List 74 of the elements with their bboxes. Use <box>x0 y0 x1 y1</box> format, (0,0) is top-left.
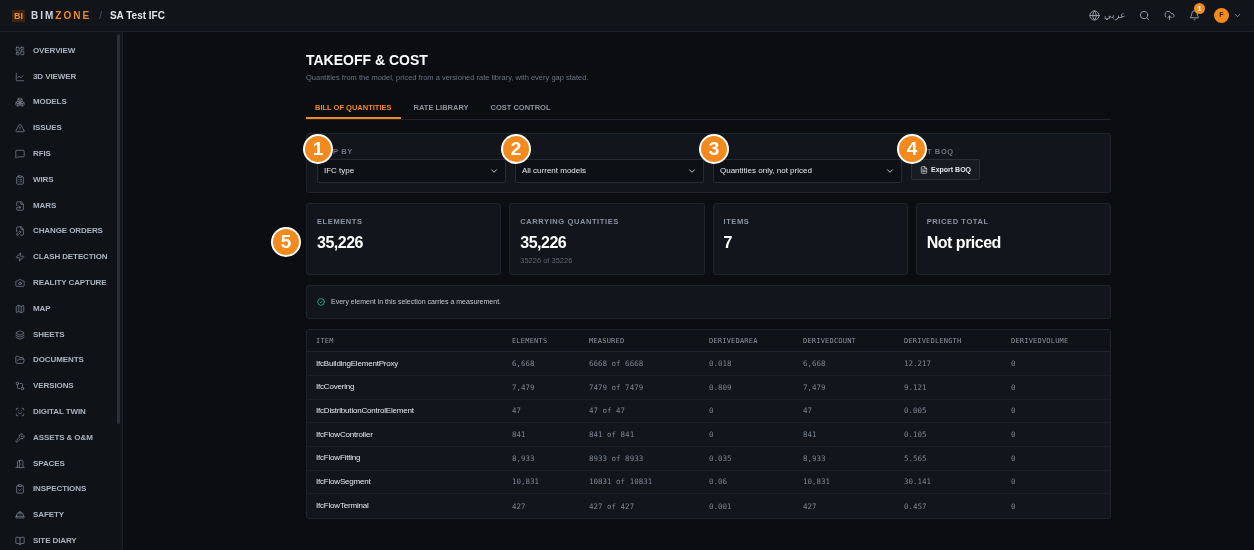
map-icon <box>15 303 25 314</box>
callout-badge: 4 <box>897 134 927 165</box>
chevron-down-icon[interactable] <box>1233 11 1242 20</box>
scan-icon <box>15 407 25 418</box>
sidebar-item[interactable]: RFIS <box>0 141 122 167</box>
stat-value: Not priced <box>926 233 1002 252</box>
dashboard-icon <box>15 45 25 56</box>
sidebar-item[interactable]: ASSETS & O&M <box>0 424 122 451</box>
door-icon <box>15 458 25 469</box>
sidebar-item[interactable]: REALITY CAPTURE <box>0 270 122 296</box>
camera-icon <box>15 278 25 289</box>
sidebar-item[interactable]: OVERVIEW <box>0 38 122 64</box>
stat-value: 35,226 <box>317 233 364 252</box>
sidebar-item[interactable]: 3D VIEWER <box>0 63 122 90</box>
folder-icon <box>15 355 25 366</box>
project-name[interactable]: SA Test IFC <box>109 8 165 23</box>
compare-icon <box>15 381 25 392</box>
sidebar-item[interactable]: DOCUMENTS <box>0 347 122 374</box>
select-field[interactable]: Quantities only, not priced <box>713 159 902 184</box>
search-icon[interactable] <box>1139 10 1150 21</box>
document-icon <box>919 165 928 174</box>
lightning-icon <box>15 252 25 263</box>
wrench-icon <box>15 432 25 443</box>
sidebar-item[interactable]: VERSIONS <box>0 373 122 400</box>
layers-icon <box>15 329 25 340</box>
file-icon <box>15 200 25 211</box>
select-field[interactable]: All current models <box>515 159 704 184</box>
stat-value: 7 <box>723 233 733 252</box>
sidebar-item[interactable]: CHANGE ORDERS <box>0 218 122 245</box>
table-cell-text: IfcCovering <box>316 381 356 394</box>
callout-badge: 3 <box>699 134 729 165</box>
book-icon <box>15 536 25 547</box>
warning-icon <box>15 123 25 134</box>
clipboard-check-icon <box>15 484 25 495</box>
cloud-upload-icon[interactable] <box>1164 10 1175 21</box>
language-button[interactable]: عربي <box>1089 8 1125 23</box>
sidebar-item[interactable]: SITE DIARY <box>0 528 122 550</box>
scrollbar-thumb[interactable] <box>117 34 120 424</box>
notification-badge: 1 <box>1194 3 1205 14</box>
notification-icon[interactable] <box>1189 10 1200 21</box>
helmet-icon <box>15 510 25 521</box>
sidebar-item[interactable]: INSPECTIONS <box>0 476 122 503</box>
breadcrumb-separator: / <box>99 9 102 23</box>
stat-value: 35,226 <box>520 233 568 252</box>
file-edit-icon <box>15 226 25 237</box>
select-field[interactable]: IFC type <box>317 159 506 184</box>
table-cell-text: IfcFlowFitting <box>316 452 362 465</box>
globe-icon <box>1089 10 1100 21</box>
sidebar-item[interactable]: SAFETY <box>0 502 122 529</box>
table-cell-text: IfcFlowTerminal <box>316 500 370 513</box>
sidebar-item[interactable]: SHEETS <box>0 321 122 348</box>
callout-badge: 5 <box>271 227 301 258</box>
boxes-icon <box>15 97 25 108</box>
sidebar-item[interactable]: CLASH DETECTION <box>0 244 122 271</box>
chart-icon <box>15 71 25 82</box>
clipboard-icon <box>15 174 25 185</box>
sidebar-item[interactable]: DIGITAL TWIN <box>0 399 122 425</box>
sidebar-item[interactable]: MARS <box>0 192 122 219</box>
sidebar-item[interactable]: SPACES <box>0 450 122 477</box>
callout-badge: 2 <box>501 134 531 165</box>
check-circle-icon <box>317 298 325 307</box>
sidebar-item[interactable]: MODELS <box>0 89 122 116</box>
brand-name: BIMZONE <box>31 9 92 23</box>
table-cell-text: IfcBuildingElementProxy <box>316 357 400 370</box>
sidebar-item[interactable]: ISSUES <box>0 115 122 142</box>
sidebar-item[interactable]: MAP <box>0 295 122 322</box>
callout-badge: 1 <box>303 134 333 165</box>
page-title: TAKEOFF & COST <box>306 52 429 68</box>
message-icon <box>15 149 25 160</box>
table-cell-text: IfcDistributionControlElement <box>316 404 415 417</box>
sidebar-item[interactable]: WIRS <box>0 167 122 193</box>
table-cell-text: IfcFlowSegment <box>316 476 372 489</box>
table-cell-text: IfcFlowController <box>316 428 374 441</box>
logo-mark: BI <box>12 9 25 22</box>
